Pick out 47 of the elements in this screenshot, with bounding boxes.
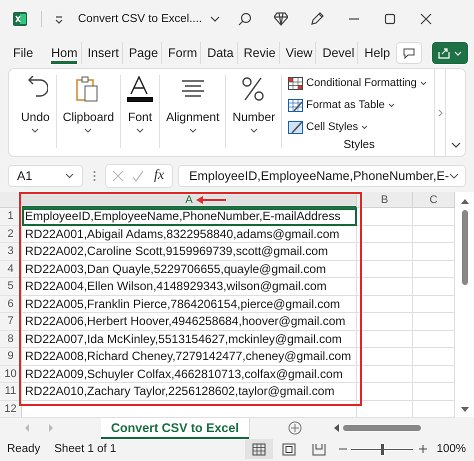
row-header[interactable]: 5 (0, 278, 22, 296)
ribbon-tab[interactable]: Help (361, 42, 394, 64)
ribbon-tab[interactable]: Revie (240, 42, 280, 64)
ribbon-tab[interactable]: View (282, 42, 316, 64)
row-header[interactable]: 11 (0, 383, 22, 400)
row-header[interactable]: 3 (0, 243, 22, 260)
group-label[interactable]: Clipboard (62, 110, 114, 124)
table-cell[interactable]: RD22A008,Richard Cheney,7279142477,cheney@gmail.com (22, 348, 357, 366)
group-label[interactable]: Font (128, 110, 152, 124)
table-cell[interactable]: RD22A006,Herbert Hoover,4946258684,hoover@gmail.com (22, 313, 357, 330)
ribbon-menu-button[interactable]: Format as Table (288, 94, 430, 116)
ribbon-tab[interactable]: Page (126, 42, 162, 64)
table-cell[interactable]: RD22A009,Schuyler Colfax,4662810713,colfax@gmail.com (22, 366, 357, 383)
row-header[interactable]: 12 (0, 400, 22, 418)
window-title: Convert CSV to Excel.... (78, 13, 202, 25)
insert-function-button[interactable]: fx (152, 168, 166, 184)
zoom-level[interactable]: 100% (436, 443, 466, 455)
column-header[interactable]: B (357, 192, 413, 208)
table-cell[interactable]: RD22A010,Zachary Taylor,2256128602,taylor@gmail.com (22, 383, 357, 400)
ribbon-tab[interactable]: Insert (84, 42, 123, 64)
table-cell[interactable]: RD22A007,Ida McKinley,5513154627,mckinley@gmail.com (22, 330, 357, 348)
table-cell[interactable]: RD22A003,Dan Quayle,5229706655,quayle@gmail.com (22, 260, 357, 278)
group-label[interactable]: Undo (21, 110, 50, 124)
ribbon-tab[interactable]: Form (165, 42, 202, 64)
group-label[interactable]: Alignment (166, 110, 220, 124)
ribbon-tab[interactable]: Data (204, 42, 238, 64)
table-cell[interactable]: RD22A004,Ellen Wilson,4148929343,wilson@gmail.com (22, 278, 357, 296)
table-cell[interactable]: RD22A005,Franklin Pierce,7864206154,pierce@gmail.com (22, 296, 357, 313)
sheet-tab[interactable]: Convert CSV to Excel (101, 417, 250, 439)
formula-field[interactable]: EmployeeID,EmployeeName,PhoneNumber,E- (178, 165, 466, 187)
ribbon-tab[interactable]: Devel (319, 42, 358, 64)
ribbon-menu-button[interactable]: Cell Styles (288, 116, 430, 138)
table-cell[interactable]: EmployeeID,EmployeeName,PhoneNumber,E-mailAddress (22, 208, 357, 226)
column-header[interactable]: C (413, 192, 455, 208)
ribbon-tab[interactable]: File (10, 42, 36, 64)
row-header[interactable]: 7 (0, 313, 22, 330)
ribbon-tab[interactable]: Hom (48, 42, 82, 64)
table-cell[interactable]: RD22A001,Abigail Adams,8322958840,adams@gmail.com (22, 226, 357, 243)
row-header[interactable]: 9 (0, 348, 22, 366)
name-box[interactable]: A1 (8, 165, 84, 187)
status-text: Ready (7, 443, 40, 455)
table-cell[interactable]: RD22A002,Caroline Scott,9159969739,scott@gmail.com (22, 243, 357, 260)
sheet-info: Sheet 1 of 1 (54, 443, 116, 455)
group-label: Styles (342, 139, 376, 151)
row-header[interactable]: 1 (0, 208, 22, 226)
group-label[interactable]: Number (232, 110, 276, 124)
ribbon-menu-button[interactable]: Conditional Formatting (288, 72, 430, 94)
